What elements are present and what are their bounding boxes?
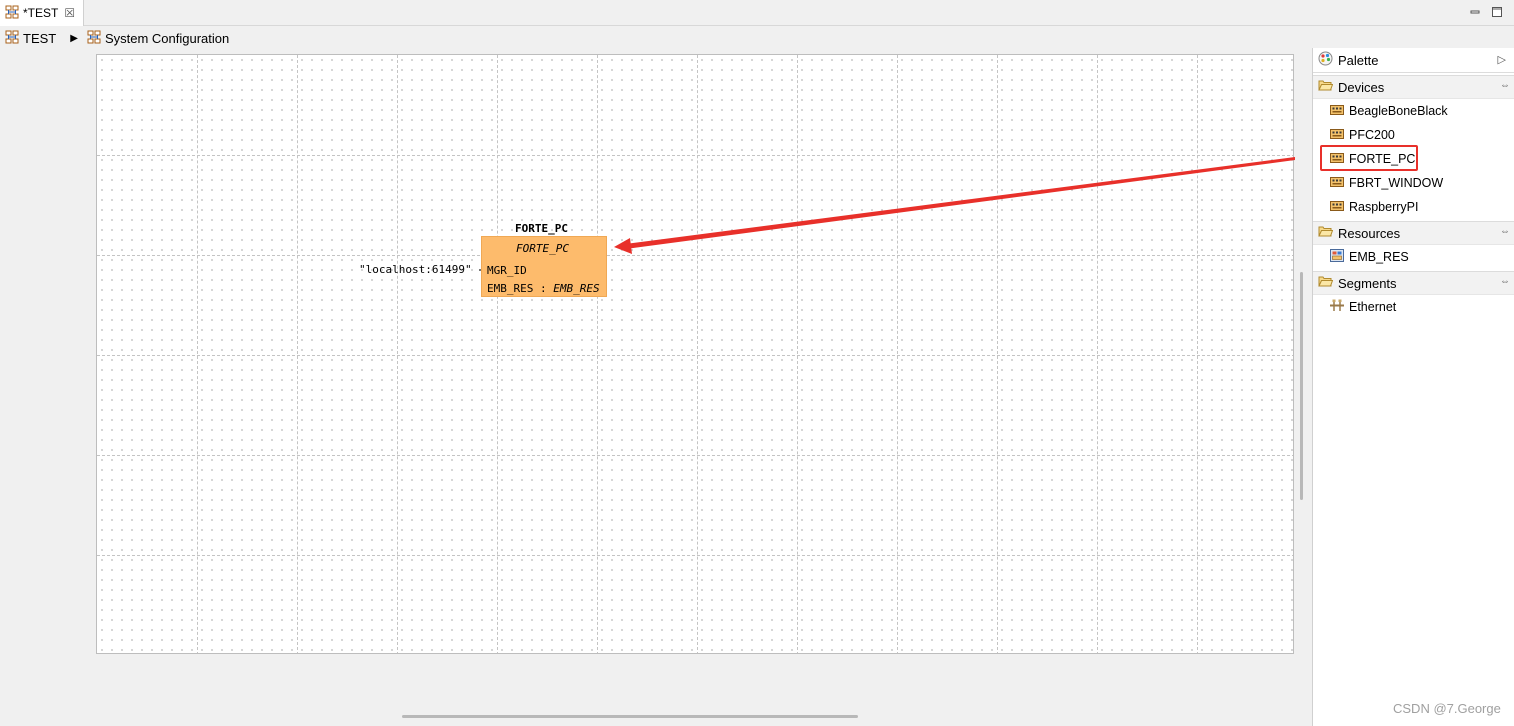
collapse-icon[interactable]: ▷ (1498, 53, 1506, 66)
drawer-resources[interactable]: Resources ⇔ (1313, 221, 1514, 245)
resource-row[interactable]: EMB_RES : EMB_RES (487, 282, 600, 295)
watermark: CSDN @7.George (1393, 701, 1501, 716)
breadcrumb-label: TEST (23, 30, 57, 46)
close-icon[interactable]: ☒ (64, 7, 75, 19)
maximize-button[interactable] (1490, 5, 1504, 19)
palette-item-forte-pc[interactable]: FORTE_PC (1313, 145, 1514, 171)
palette-item-label: Ethernet (1349, 300, 1397, 314)
palette-item-label: RaspberryPI (1349, 200, 1419, 214)
grid-line (97, 455, 1293, 456)
breadcrumb-label: System Configuration (104, 30, 230, 46)
device-block[interactable]: FORTE_PC MGR_ID EMB_RES : EMB_RES (481, 236, 607, 297)
parameter-name: MGR_ID (487, 264, 527, 277)
breadcrumb-item-system-configuration[interactable]: System Configuration (87, 30, 229, 47)
minimize-button[interactable] (1468, 5, 1482, 19)
drawer-label: Segments (1338, 275, 1397, 291)
system-config-icon (5, 5, 19, 22)
palette-item-pfc200[interactable]: PFC200 (1313, 123, 1514, 147)
system-config-icon (87, 30, 101, 47)
device-icon (1330, 104, 1344, 119)
pin-icon[interactable]: ⇔ (1500, 80, 1510, 91)
drawer-devices[interactable]: Devices ⇔ (1313, 75, 1514, 99)
segment-icon (1330, 299, 1344, 315)
drawer-segments[interactable]: Segments ⇔ (1313, 271, 1514, 295)
folder-open-icon (1318, 225, 1334, 241)
editor-tab-bar: *TEST ☒ (0, 0, 1514, 26)
palette-title: Palette (1338, 52, 1379, 68)
system-configuration-canvas[interactable]: "localhost:61499" FORTE_PC FORTE_PC MGR_… (96, 54, 1294, 654)
system-config-icon (5, 30, 19, 47)
palette-item-ethernet[interactable]: Ethernet (1313, 295, 1514, 319)
palette-item-emb-res[interactable]: EMB_RES (1313, 245, 1514, 269)
palette-item-label: BeagleBoneBlack (1349, 104, 1448, 118)
maximize-icon (1492, 7, 1502, 17)
device-icon (1330, 128, 1344, 143)
grid-line (97, 555, 1293, 556)
palette-item-beagleboneblack[interactable]: BeagleBoneBlack (1313, 99, 1514, 123)
device-icon (1330, 152, 1344, 167)
app-window: *TEST ☒ TEST ▶ System Configuration "loc… (0, 0, 1514, 726)
resource-name: EMB_RES (487, 282, 534, 295)
device-instance-name[interactable]: FORTE_PC (515, 222, 571, 235)
breadcrumb-item-test[interactable]: TEST (5, 30, 56, 47)
grid-line (97, 155, 1293, 156)
palette-item-label: FORTE_PC (1349, 152, 1416, 166)
palette-icon (1318, 51, 1333, 69)
editor-tab-title: *TEST (23, 6, 59, 20)
drawer-label: Devices (1338, 79, 1385, 95)
palette-item-fbrt-window[interactable]: FBRT_WINDOW (1313, 171, 1514, 195)
minimize-icon (1470, 10, 1480, 14)
palette-item-label: PFC200 (1349, 128, 1395, 142)
resource-icon (1330, 249, 1344, 265)
vertical-scrollbar[interactable] (1300, 272, 1303, 500)
palette-item-label: FBRT_WINDOW (1349, 176, 1444, 190)
palette-item-label: EMB_RES (1349, 250, 1409, 264)
device-icon (1330, 200, 1344, 215)
mgr-id-value[interactable]: "localhost:61499" (359, 263, 472, 276)
folder-open-icon (1318, 275, 1334, 291)
pin-icon[interactable]: ⇔ (1500, 226, 1510, 237)
grid-line (97, 255, 1293, 256)
resource-separator: : (533, 282, 554, 295)
folder-open-icon (1318, 79, 1334, 95)
breadcrumb: TEST ▶ System Configuration (0, 26, 1514, 50)
drawer-label: Resources (1338, 225, 1401, 241)
resource-type: EMB_RES (553, 282, 600, 295)
horizontal-scrollbar[interactable] (402, 715, 858, 718)
pin-icon[interactable]: ⇔ (1500, 276, 1510, 287)
palette-header[interactable]: Palette ▷ (1313, 48, 1514, 73)
device-type-name: FORTE_PC (516, 242, 569, 255)
grid-line (97, 355, 1293, 356)
device-icon (1330, 176, 1344, 191)
palette-panel: Palette ▷ Devices ⇔ BeagleBoneBlack PFC2… (1312, 48, 1514, 726)
palette-item-raspberrypi[interactable]: RaspberryPI (1313, 195, 1514, 219)
editor-tab-test[interactable]: *TEST ☒ (0, 0, 84, 26)
breadcrumb-separator-icon[interactable]: ▶ (70, 33, 78, 44)
